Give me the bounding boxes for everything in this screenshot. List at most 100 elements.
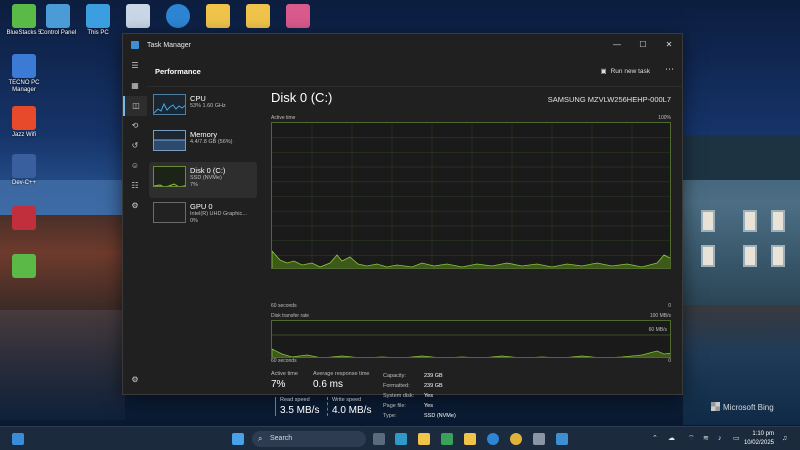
- transfer-rate-chart: [272, 334, 670, 357]
- bluestacks-icon: [12, 4, 36, 28]
- list-item-cpu[interactable]: CPU 53% 1.60 GHz: [149, 90, 257, 126]
- system-disk-row: System disk: Yes: [383, 393, 433, 399]
- memory-thumbnail: [153, 130, 186, 151]
- wallpaper-house-right: [683, 135, 800, 305]
- maximize-button[interactable]: ☐: [630, 34, 656, 56]
- active-time-chart: [272, 123, 670, 268]
- disk-label: Disk 0 (C:): [190, 166, 226, 175]
- wifi-icon[interactable]: ≋: [703, 427, 709, 450]
- gpu-label: GPU 0: [190, 202, 213, 211]
- jazz-icon: [12, 106, 36, 130]
- active-time-max: 100%: [658, 115, 671, 121]
- run-task-icon: ▣: [600, 68, 607, 75]
- disk-percent: 7%: [190, 182, 198, 188]
- list-item-memory[interactable]: Memory 4.4/7.8 GB (56%): [149, 126, 257, 162]
- window-title: Task Manager: [147, 41, 191, 49]
- disk-thumbnail: [153, 166, 186, 187]
- network-icon[interactable]: ⌔: [688, 427, 695, 450]
- volume-icon[interactable]: ♪: [718, 427, 722, 450]
- file-explorer-icon[interactable]: [418, 433, 430, 445]
- transfer-rate-graph: [271, 320, 671, 358]
- store-icon[interactable]: [441, 433, 453, 445]
- battery-icon[interactable]: ▭: [733, 427, 740, 450]
- active-time-stat: Active time 7%: [271, 371, 298, 390]
- hamburger-menu-icon[interactable]: ☰: [123, 56, 147, 76]
- desktop-icon-dev-cpp[interactable]: Dev-C++: [0, 154, 48, 187]
- transfer-rate-mid: 60 MB/s: [648, 327, 667, 333]
- list-item-gpu[interactable]: GPU 0 Intel(R) UHD Graphic... 0%: [149, 198, 257, 234]
- desktop-icon-game[interactable]: [0, 206, 48, 232]
- page-file-row: Page file: Yes: [383, 403, 433, 409]
- task-manager-taskbar-icon[interactable]: [556, 433, 568, 445]
- gpu-thumbnail: [153, 202, 186, 223]
- desktop-icon-bluestacks-2[interactable]: [0, 254, 48, 280]
- run-new-task-button[interactable]: ▣ Run new task: [600, 67, 650, 75]
- memory-usage: 4.4/7.8 GB (56%): [190, 139, 233, 145]
- transfer-rate-xright: 0: [668, 358, 671, 364]
- game-icon: [12, 206, 36, 230]
- avg-response-stat: Average response time 0.6 ms: [313, 371, 370, 390]
- cpu-mini-graph: [154, 102, 185, 114]
- cpu-usage: 53% 1.60 GHz: [190, 103, 226, 109]
- edge-icon[interactable]: [487, 433, 499, 445]
- active-time-graph: [271, 122, 671, 269]
- disk-model: SAMSUNG MZVLW256HEHP-000L7: [547, 95, 671, 104]
- dev-cpp-icon: [12, 154, 36, 178]
- resource-list: CPU 53% 1.60 GHz Memory 4.4/7.8 GB (56%)…: [149, 90, 257, 234]
- capacity-row: Capacity: 239 GB: [383, 373, 443, 379]
- app-history-icon[interactable]: ⟲: [123, 116, 147, 136]
- edge-icon: [166, 4, 190, 28]
- desktop-icon-jazz-wifi[interactable]: Jazz Wifi: [0, 106, 48, 139]
- search-icon: ⌕: [258, 434, 263, 443]
- cpu-thumbnail: [153, 94, 186, 115]
- minimize-button[interactable]: —: [604, 34, 630, 56]
- desktop-icon-tecno-pc-manager[interactable]: TECNO PC Manager: [0, 54, 48, 94]
- task-manager-window[interactable]: Task Manager — ☐ ✕ ☰ ▦ ◫ ⟲ ↺ ☺ ☷ ⚙ ⚙ Per…: [122, 33, 683, 419]
- mail-icon[interactable]: [464, 433, 476, 445]
- notification-bell-icon[interactable]: ♫: [782, 427, 787, 450]
- page-header: Performance ▣ Run new task ⋯: [147, 56, 682, 87]
- users-icon[interactable]: ☺: [123, 156, 147, 176]
- performance-icon[interactable]: ◫: [123, 96, 147, 116]
- title-bar[interactable]: Task Manager — ☐ ✕: [123, 34, 682, 56]
- bluestacks-icon: [12, 254, 36, 278]
- disk-detail-panel: Disk 0 (C:) SAMSUNG MZVLW256HEHP-000L7 A…: [271, 90, 671, 419]
- processes-icon[interactable]: ▦: [123, 76, 147, 96]
- control-panel-icon: [46, 4, 70, 28]
- close-button[interactable]: ✕: [656, 34, 682, 56]
- active-time-xright: 0: [668, 303, 671, 309]
- search-box[interactable]: ⌕ Search: [252, 431, 366, 447]
- startup-apps-icon[interactable]: ↺: [123, 136, 147, 156]
- folder-icon: [246, 4, 270, 28]
- recycle-bin-icon: [126, 4, 150, 28]
- services-icon[interactable]: ⚙: [123, 196, 147, 216]
- show-hidden-icons-icon[interactable]: ⌃: [652, 427, 658, 450]
- more-options-icon[interactable]: ⋯: [665, 64, 674, 75]
- active-time-label: Active time: [271, 115, 296, 121]
- memory-label: Memory: [190, 130, 218, 139]
- taskbar: ⌕ Search ⌃ ☁ ⌔ ≋ ♪ ▭ 1:10 pm 10/02/2025 …: [0, 426, 800, 450]
- type-row: Type: SSD (NVMe): [383, 413, 456, 419]
- system-clock[interactable]: 1:10 pm 10/02/2025: [744, 430, 774, 448]
- details-icon[interactable]: ☷: [123, 176, 147, 196]
- phone-link-icon[interactable]: ☁: [668, 427, 675, 450]
- memory-mini-graph: [154, 139, 185, 150]
- list-item-disk[interactable]: Disk 0 (C:) SSD (NVMe) 7%: [149, 162, 257, 198]
- app-icon[interactable]: [395, 433, 407, 445]
- microsoft-logo-icon: [711, 402, 720, 411]
- gpu-percent: 0%: [190, 218, 198, 224]
- transfer-rate-label: Disk transfer rate: [271, 313, 310, 319]
- transfer-rate-xleft: 60 seconds: [271, 358, 297, 364]
- bing-watermark: Microsoft Bing: [711, 402, 774, 412]
- settings-icon[interactable]: [533, 433, 545, 445]
- cpu-label: CPU: [190, 94, 206, 103]
- folder-icon: [206, 4, 230, 28]
- tecno-icon: [12, 54, 36, 78]
- chrome-icon[interactable]: [510, 433, 522, 445]
- gpu-model: Intel(R) UHD Graphic...: [190, 211, 247, 217]
- settings-icon[interactable]: ⚙: [123, 370, 147, 390]
- desktop-icon-subway-surfers[interactable]: [274, 4, 322, 30]
- widgets-icon[interactable]: [12, 433, 24, 445]
- task-view-icon[interactable]: [373, 433, 385, 445]
- start-button-icon[interactable]: [232, 433, 244, 445]
